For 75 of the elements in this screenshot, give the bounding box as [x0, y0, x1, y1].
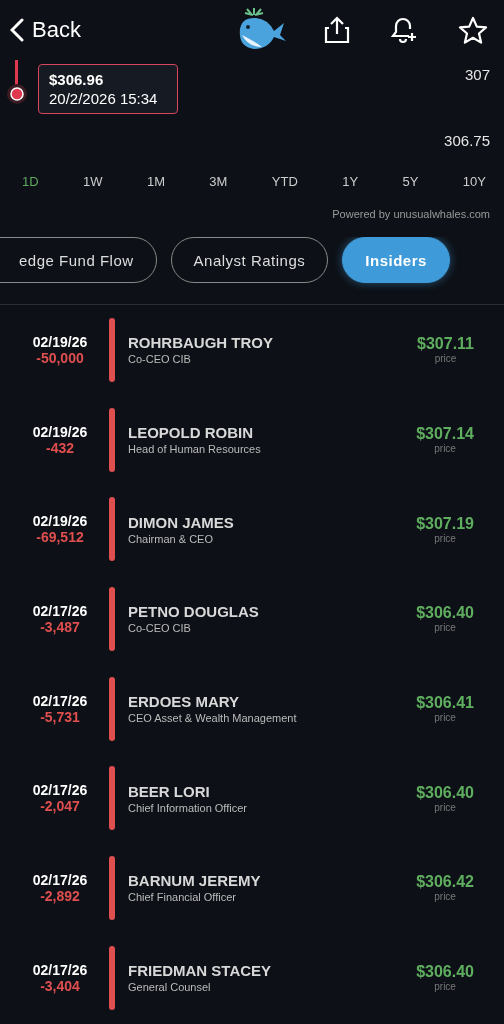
share-icon[interactable]: [324, 16, 350, 44]
trade-date: 02/17/26: [32, 961, 88, 978]
trade-price: $307.14: [416, 425, 474, 444]
price-label: price: [434, 891, 456, 903]
insider-title: Co-CEO CIB: [128, 622, 192, 635]
tooltip-time: 20/2/2026 15:34: [49, 90, 159, 107]
trade-date: 02/19/26: [32, 513, 88, 530]
timeframe-tab[interactable]: 1M: [146, 173, 165, 189]
axis-label: 306.75: [444, 132, 490, 149]
insider-title: Chief Financial Officer: [128, 891, 237, 904]
insider-name: BARNUM JEREMY: [128, 872, 262, 890]
insider-name: FRIEDMAN STACEY: [128, 962, 273, 980]
timeframe-tab[interactable]: 1Y: [342, 173, 359, 189]
price-label: price: [434, 801, 456, 813]
trade-date: 02/17/26: [32, 602, 88, 619]
trade-price: $306.40: [416, 963, 474, 982]
trade-price: $306.40: [416, 783, 474, 802]
insider-name: DIMON JAMES: [128, 513, 235, 531]
insider-title: General Counsel: [128, 981, 212, 994]
trade-bar: [109, 766, 115, 831]
trade-date: 02/17/26: [32, 782, 88, 799]
share-count: -5,731: [40, 708, 80, 725]
price-label: price: [434, 532, 456, 544]
trade-bar: [109, 407, 115, 472]
trade-date: 02/19/26: [32, 333, 88, 350]
share-count: -3,487: [40, 618, 80, 635]
axis-label: 307: [464, 66, 490, 83]
timeframe-tab[interactable]: YTD: [271, 173, 298, 189]
trade-price: $306.42: [416, 873, 474, 892]
share-count: -50,000: [36, 349, 84, 366]
insider-title: Head of Human Resources: [128, 443, 262, 456]
trade-date: 02/17/26: [32, 692, 88, 709]
insider-name: PETNO DOUGLAS: [128, 603, 260, 621]
trade-bar: [109, 676, 115, 741]
trade-bar: [109, 497, 115, 562]
timeframe-tab[interactable]: 3M: [209, 173, 228, 189]
trade-price: $306.40: [416, 604, 474, 623]
insider-title: CEO Asset & Wealth Management: [128, 712, 298, 725]
share-count: -2,047: [40, 798, 80, 815]
trade-bar: [109, 945, 115, 1010]
price-label: price: [434, 443, 456, 455]
trade-date: 02/19/26: [32, 423, 88, 440]
insider-title: Chairman & CEO: [128, 532, 214, 545]
timeframe-tab[interactable]: 10Y: [462, 173, 486, 189]
trade-date: 02/17/26: [32, 871, 88, 888]
share-count: -3,404: [40, 977, 80, 994]
trade-price: $307.11: [417, 335, 474, 354]
price-label: price: [434, 353, 457, 365]
share-count: -432: [46, 439, 74, 456]
price-marker-icon: [6, 83, 28, 105]
price-label: price: [434, 712, 456, 724]
share-count: -2,892: [40, 887, 80, 904]
timeframe-tab[interactable]: 1D: [22, 173, 39, 189]
trade-bar: [109, 317, 115, 382]
price-label: price: [434, 981, 456, 993]
trade-bar: [109, 586, 115, 651]
tooltip-price: $306.96: [49, 71, 105, 88]
insider-name: LEOPOLD ROBIN: [128, 424, 254, 442]
insider-title: Co-CEO CIB: [128, 353, 192, 366]
back-button[interactable]: Back: [10, 17, 81, 43]
timeframe-tab[interactable]: 1W: [83, 173, 103, 189]
chevron-left-icon: [10, 18, 24, 42]
trade-price: $306.41: [416, 694, 474, 713]
trade-price: $307.19: [416, 514, 474, 533]
insider-name: BEER LORI: [128, 782, 211, 800]
bell-plus-icon[interactable]: [390, 16, 418, 44]
insider-name: ERDOES MARY: [128, 693, 241, 711]
star-icon[interactable]: [458, 16, 488, 44]
insider-title: Chief Information Officer: [128, 801, 248, 814]
price-label: price: [434, 622, 456, 634]
insider-name: ROHRBAUGH TROY: [128, 334, 274, 352]
powered-by-text: Powered by unusualwhales.com: [331, 207, 491, 220]
trade-bar: [109, 855, 115, 920]
timeframe-tab[interactable]: 5Y: [402, 173, 419, 189]
share-count: -69,512: [36, 529, 84, 546]
